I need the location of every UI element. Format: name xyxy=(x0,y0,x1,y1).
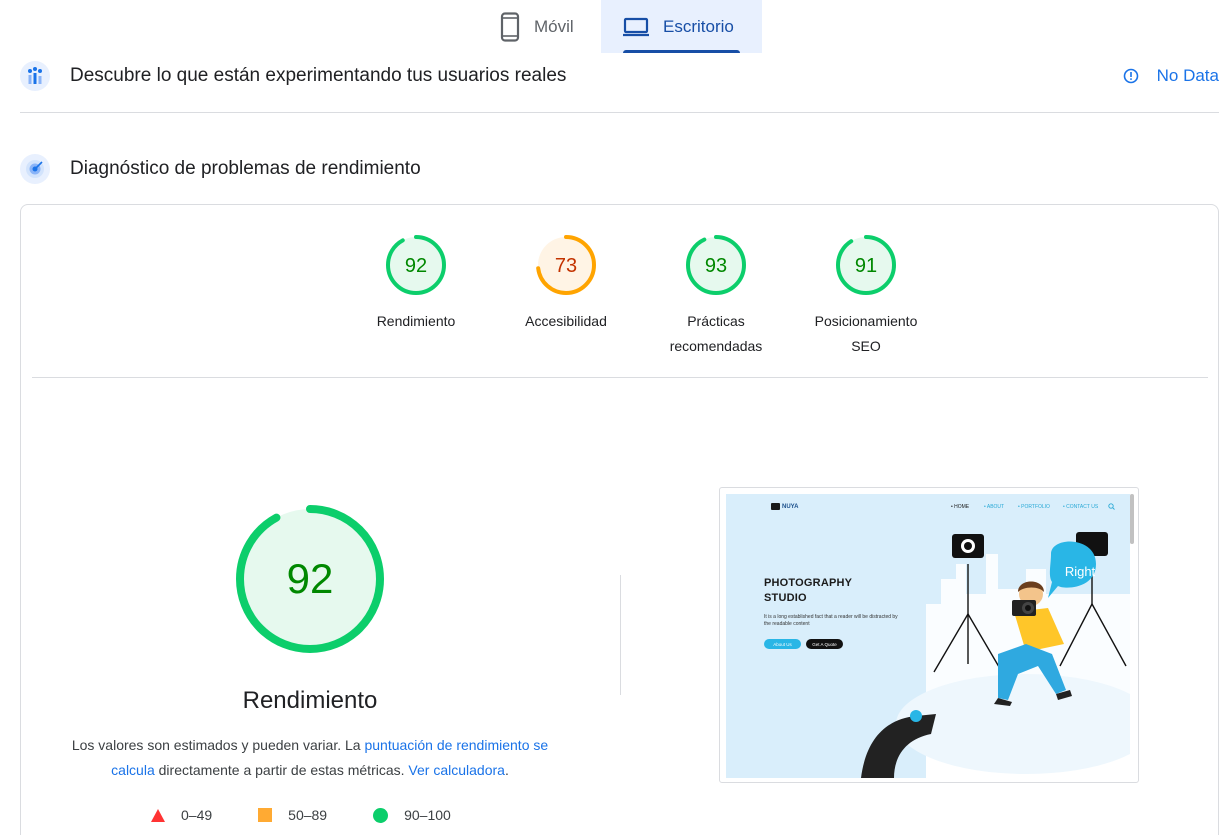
gauge-label-line: Posicionamiento xyxy=(814,313,918,329)
site-heading: PHOTOGRAPHY STUDIO xyxy=(764,576,852,606)
calculator-link[interactable]: Ver calculadora xyxy=(408,762,505,778)
screenshot-scrollbar xyxy=(1130,494,1134,544)
legend-pass: 90–100 xyxy=(373,807,451,823)
vertical-divider xyxy=(620,575,621,695)
phone-icon xyxy=(500,11,520,42)
site-text: It is a long established fact that a rea… xyxy=(764,614,898,627)
score-gauges: 92 Rendimiento 73 Accesibilidad 93 Práct… xyxy=(341,233,941,359)
desc-text: Los valores son estimados y pueden varia… xyxy=(71,737,365,753)
site-about-button: About Us xyxy=(764,639,801,649)
score-legend: 0–49 50–89 90–100 xyxy=(151,807,497,823)
studio-illustration: Right xyxy=(861,532,1130,778)
gauge-label: Rendimiento xyxy=(377,309,456,334)
diagnostics-section-header: Diagnóstico de problemas de rendimiento xyxy=(20,151,1219,187)
gauge-label-line: Accesibilidad xyxy=(525,313,607,329)
gauge-label-line: Rendimiento xyxy=(376,313,456,329)
legend-average: 50–89 xyxy=(258,807,327,823)
desc-text: . xyxy=(504,762,509,778)
circle-icon xyxy=(373,807,389,823)
gauge-accessibility[interactable]: 73 Accesibilidad xyxy=(491,233,641,359)
lighthouse-report-card: 92 Rendimiento 73 Accesibilidad 93 Práct… xyxy=(20,204,1219,835)
legend-fail: 0–49 xyxy=(151,807,212,823)
big-gauge-score: 92 xyxy=(287,555,334,602)
gauge-ring: 73 xyxy=(536,235,596,295)
gauge-ring: 92 xyxy=(386,235,446,295)
performance-description: Los valores son estimados y pueden varia… xyxy=(61,733,559,783)
legend-range: 0–49 xyxy=(181,807,213,823)
tab-mobile[interactable]: Móvil xyxy=(480,0,601,53)
gauge-score: 73 xyxy=(555,255,577,277)
gauge-score: 91 xyxy=(855,255,877,277)
crux-title: Descubre lo que están experimentando tus… xyxy=(70,65,567,86)
gauge-label: Posicionamiento SEO xyxy=(815,309,918,359)
legend-range: 50–89 xyxy=(288,807,328,823)
card-divider xyxy=(32,377,1208,378)
crux-section-header: Descubre lo que están experimentando tus… xyxy=(20,58,1219,94)
tab-desktop[interactable]: Escritorio xyxy=(601,0,762,53)
gauge-seo[interactable]: 91 Posicionamiento SEO xyxy=(791,233,941,359)
diagnostics-title: Diagnóstico de problemas de rendimiento xyxy=(70,158,421,179)
site-heading-line: STUDIO xyxy=(764,592,807,604)
gauge-score: 92 xyxy=(405,255,427,277)
crux-no-data: No Data xyxy=(1123,58,1219,94)
screenshot-content: NUYA • HOME • ABOUT • PORTFOLIO • CONTAC… xyxy=(726,494,1130,778)
tab-desktop-label: Escritorio xyxy=(663,16,734,36)
speech-bubble-text: Right xyxy=(1065,564,1096,579)
gauge-best-practices[interactable]: 93 Prácticas recomendadas xyxy=(641,233,791,359)
gauge-label: Accesibilidad xyxy=(525,309,607,334)
site-heading-line: PHOTOGRAPHY xyxy=(764,577,853,589)
gauge-label: Prácticas recomendadas xyxy=(670,309,763,359)
final-screenshot: NUYA • HOME • ABOUT • PORTFOLIO • CONTAC… xyxy=(719,487,1139,783)
section-divider xyxy=(20,112,1219,113)
users-chart-icon xyxy=(20,61,50,91)
square-icon xyxy=(258,808,273,822)
performance-big-gauge: 92 xyxy=(236,505,384,653)
gauge-score: 93 xyxy=(705,255,727,277)
tab-mobile-label: Móvil xyxy=(534,16,574,36)
gauge-ring: 91 xyxy=(836,235,896,295)
gauge-label-line: SEO xyxy=(851,338,881,354)
desc-text: directamente a partir de estas métricas. xyxy=(154,762,409,778)
site-quote-button: Get A Quote xyxy=(806,639,843,649)
gauge-performance[interactable]: 92 Rendimiento xyxy=(341,233,491,359)
lighthouse-icon xyxy=(20,154,50,184)
laptop-icon xyxy=(623,17,649,37)
triangle-icon xyxy=(151,808,165,822)
info-icon xyxy=(1123,68,1139,84)
form-factor-tabs: Móvil Escritorio xyxy=(480,0,762,53)
performance-title: Rendimiento xyxy=(242,687,378,714)
legend-range: 90–100 xyxy=(404,807,451,823)
no-data-label: No Data xyxy=(1156,66,1219,85)
gauge-ring: 93 xyxy=(686,235,746,295)
gauge-label-line: Prácticas xyxy=(687,313,745,329)
gauge-label-line: recomendadas xyxy=(669,338,763,354)
